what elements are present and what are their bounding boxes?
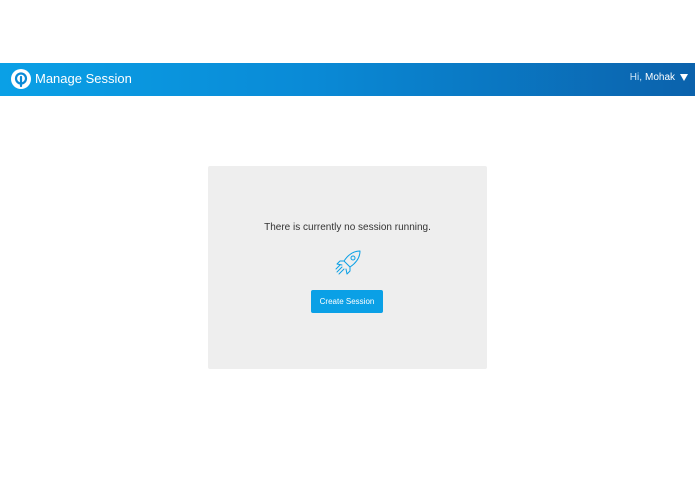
- user-greeting: Hi,: [629, 72, 642, 83]
- q-logo-icon[interactable]: [11, 69, 31, 89]
- page-title: Manage Session: [35, 71, 132, 86]
- user-menu[interactable]: Hi, Mohak: [630, 72, 688, 83]
- caret-down-icon[interactable]: [680, 74, 688, 81]
- empty-state-message: There is currently no session running.: [264, 222, 431, 233]
- create-session-button[interactable]: Create Session: [311, 290, 383, 313]
- empty-session-card: There is currently no session running. C…: [208, 166, 487, 369]
- app-header: Manage Session Hi, Mohak: [0, 63, 695, 96]
- rocket-icon: [335, 250, 361, 275]
- user-name[interactable]: Mohak: [645, 72, 675, 83]
